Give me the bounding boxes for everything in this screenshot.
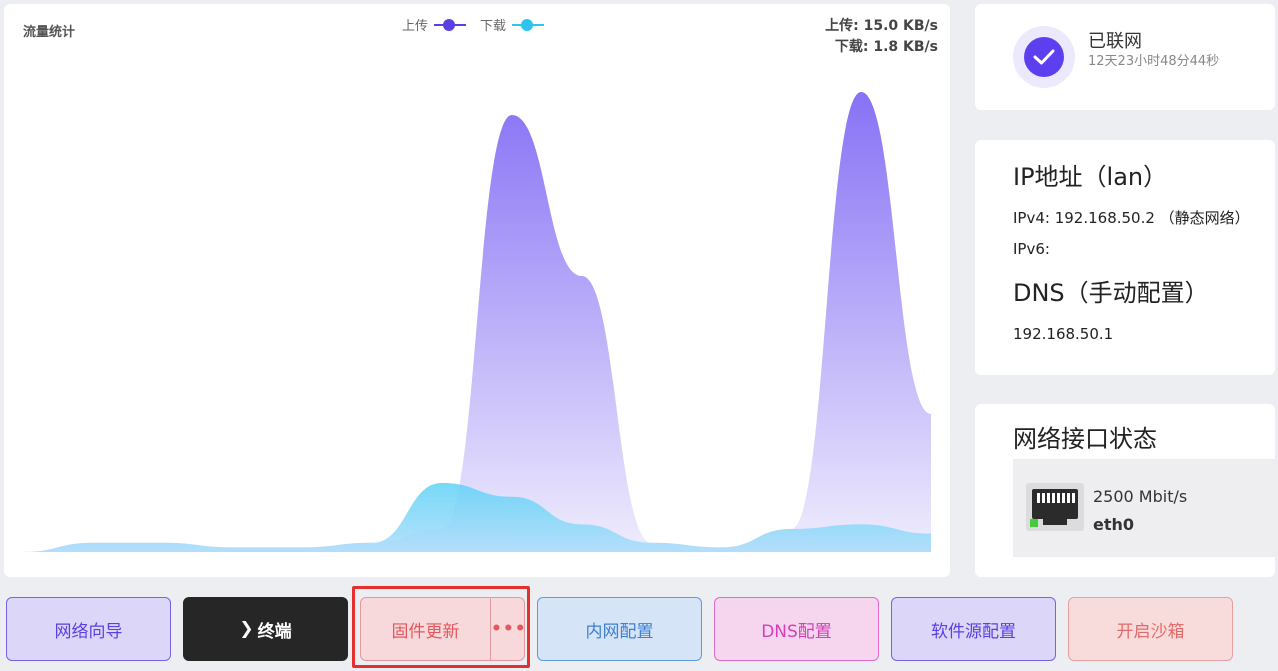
legend-download-label: 下载 (480, 19, 507, 34)
ip-address-card: IP地址（lan） IPv4: 192.168.50.2 （静态网络） IPv6… (975, 140, 1275, 375)
legend-download[interactable]: 下载 (480, 15, 545, 34)
terminal-button[interactable]: ❯ 终端 (183, 597, 348, 661)
status-title: 已联网 (1088, 31, 1142, 52)
status-icon-ring (1013, 26, 1075, 88)
connection-status-card: 已联网 12天23小时48分44秒 (975, 4, 1275, 110)
download-area (23, 483, 931, 552)
sandbox-button[interactable]: 开启沙箱 (1068, 597, 1233, 661)
chart-legend: 上传 下载 (402, 15, 545, 34)
interface-title: 网络接口状态 (1013, 425, 1157, 453)
ip-title: IP地址（lan） (1013, 163, 1168, 191)
upload-area (23, 92, 931, 552)
interface-item[interactable]: 2500 Mbit/s eth0 (1013, 459, 1275, 557)
ipv6-address: IPv6: (1013, 240, 1050, 258)
dns-config-button[interactable]: DNS配置 (714, 597, 879, 661)
software-source-button[interactable]: 软件源配置 (891, 597, 1056, 661)
check-icon (1024, 37, 1064, 77)
uptime: 12天23小时48分44秒 (1088, 54, 1220, 69)
legend-upload[interactable]: 上传 (402, 15, 467, 34)
interface-name: eth0 (1093, 515, 1135, 534)
interface-speed: 2500 Mbit/s (1093, 487, 1188, 506)
lan-config-button[interactable]: 内网配置 (537, 597, 702, 661)
traffic-chart (23, 92, 931, 552)
firmware-update-button[interactable]: 固件更新 ••• (360, 597, 526, 661)
legend-download-marker (512, 18, 545, 31)
ethernet-port-icon (1026, 483, 1084, 531)
terminal-label: 终端 (257, 621, 292, 642)
chevron-right-icon: ❯ (239, 619, 254, 639)
traffic-card: 流量统计 上传 下载 上传: 15.0 KB/s 下载: 1.8 KB/s (4, 4, 950, 577)
more-options-icon[interactable]: ••• (491, 619, 526, 639)
ipv4-address: IPv4: 192.168.50.2 （静态网络） (1013, 209, 1250, 227)
upload-rate: 上传: 15.0 KB/s (825, 18, 938, 34)
dns-title: DNS（手动配置） (1013, 279, 1209, 307)
firmware-update-label: 固件更新 (391, 621, 460, 642)
dns-value: 192.168.50.1 (1013, 325, 1114, 343)
traffic-rates: 上传: 15.0 KB/s 下载: 1.8 KB/s (825, 16, 938, 58)
traffic-title: 流量统计 (23, 25, 76, 40)
download-rate: 下载: 1.8 KB/s (834, 39, 938, 55)
network-interface-card: 网络接口状态 2500 Mbit/s eth0 (975, 404, 1275, 577)
network-wizard-button[interactable]: 网络向导 (6, 597, 171, 661)
legend-upload-marker (434, 18, 467, 31)
legend-upload-label: 上传 (402, 19, 429, 34)
